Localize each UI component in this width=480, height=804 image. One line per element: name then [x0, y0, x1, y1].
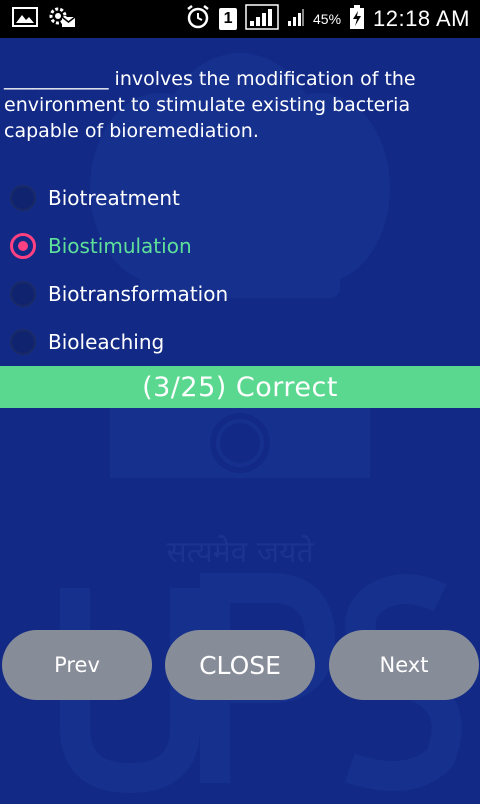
navigation-bar: Prev CLOSE Next — [0, 630, 480, 700]
battery-percent: 45% — [313, 11, 342, 27]
battery-charging-icon — [349, 4, 365, 34]
radio-button[interactable] — [10, 281, 36, 307]
option-label: Biotreatment — [48, 186, 180, 210]
signal-icon — [287, 6, 305, 32]
radio-button[interactable] — [10, 185, 36, 211]
option-label: Biotransformation — [48, 282, 229, 306]
option-biotreatment[interactable]: Biotreatment — [8, 174, 478, 222]
option-label: Bioleaching — [48, 330, 165, 354]
result-banner: (3/25) Correct — [0, 366, 480, 408]
option-biostimulation[interactable]: Biostimulation — [8, 222, 478, 270]
answer-options: Biotreatment Biostimulation Biotransform… — [8, 174, 478, 366]
close-button[interactable]: CLOSE — [165, 630, 315, 700]
clock: 12:18 AM — [373, 6, 470, 31]
status-bar: 1 45% 12:18 AM — [0, 0, 480, 38]
radio-button-checked[interactable] — [10, 233, 36, 259]
next-button[interactable]: Next — [329, 630, 479, 700]
option-biotransformation[interactable]: Biotransformation — [8, 270, 478, 318]
option-label: Biostimulation — [48, 234, 192, 258]
signal-icon — [245, 4, 279, 34]
quiz-screen: ___________ involves the modification of… — [0, 38, 480, 800]
option-bioleaching[interactable]: Bioleaching — [8, 318, 478, 366]
radio-button[interactable] — [10, 329, 36, 355]
alarm-icon — [185, 4, 211, 34]
question-text: ___________ involves the modification of… — [4, 68, 416, 142]
sim-icon: 1 — [219, 8, 238, 30]
prev-button[interactable]: Prev — [2, 630, 152, 700]
settings-mail-icon — [48, 5, 76, 33]
result-text: (3/25) Correct — [142, 371, 338, 403]
image-icon — [12, 6, 38, 32]
